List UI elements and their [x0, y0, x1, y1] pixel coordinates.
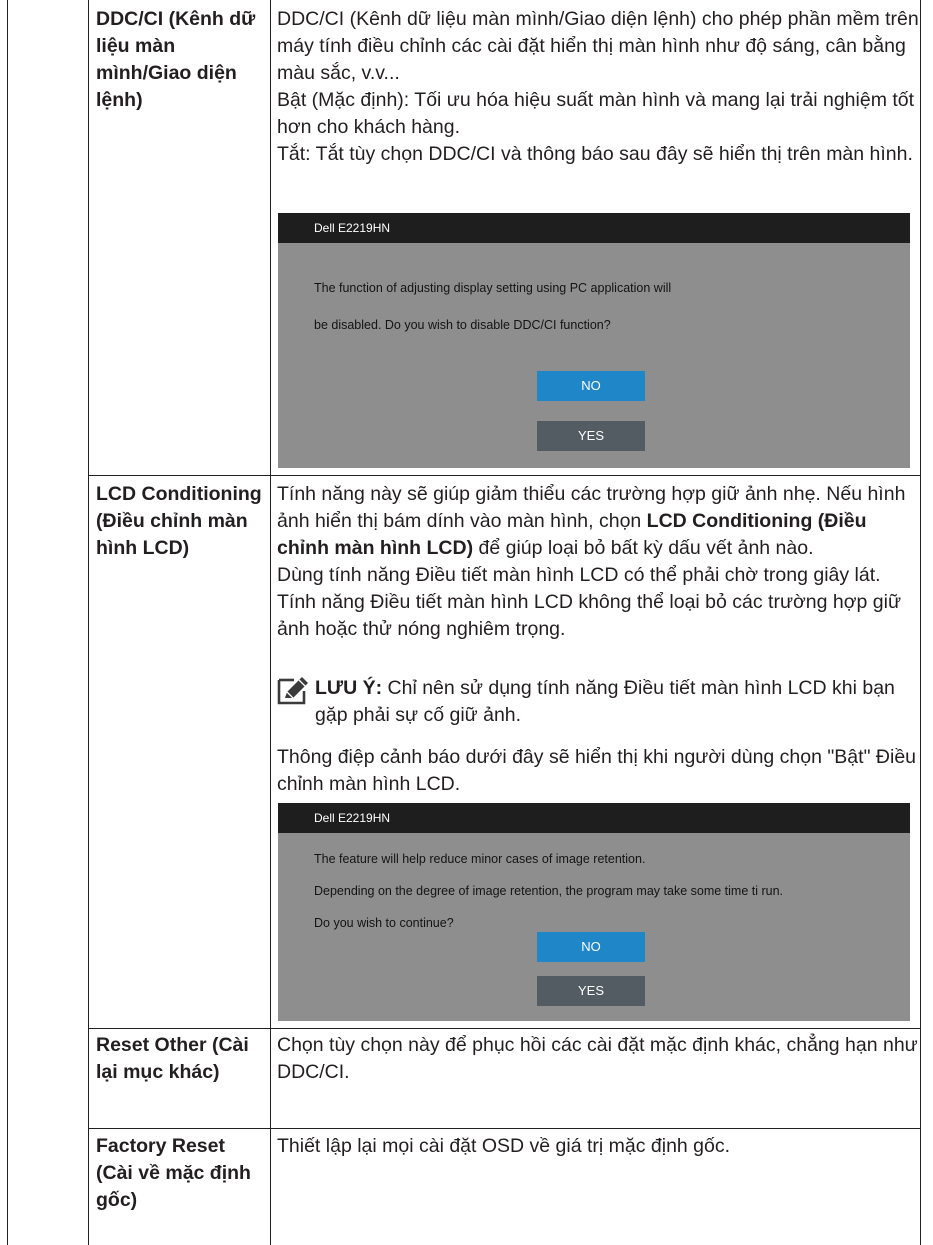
dialog-message-line: The function of adjusting display settin… — [314, 281, 672, 295]
lcd-para-3: Thông điệp cảnh báo dưới đây sẽ hiển thị… — [277, 746, 917, 795]
ddcci-para-1: DDC/CI (Kênh dữ liệu màn mình/Giao diện … — [277, 8, 919, 84]
lcd-para-2: Dùng tính năng Điều tiết màn hình LCD có… — [277, 564, 902, 640]
row-desc-lcd-conditioning: Tính năng này sẽ giúp giảm thiểu các trư… — [277, 481, 923, 643]
note-box: LƯU Ý: Chỉ nên sử dụng tính năng Điều ti… — [277, 675, 923, 729]
dialog-title: Dell E2219HN — [278, 213, 910, 243]
yes-button[interactable]: YES — [537, 421, 645, 451]
dialog-message-line: The feature will help reduce minor cases… — [314, 852, 646, 866]
table-border — [7, 0, 8, 1245]
dialog-title: Dell E2219HN — [278, 803, 910, 833]
ddcci-dialog: Dell E2219HN The function of adjusting d… — [278, 213, 910, 468]
table-border — [88, 0, 89, 1245]
ddcci-para-2: Bật (Mặc định): Tối ưu hóa hiệu suất màn… — [277, 89, 915, 138]
dialog-message-line: be disabled. Do you wish to disable DDC/… — [314, 318, 611, 332]
note-label: LƯU Ý: — [315, 677, 383, 699]
row-label-ddcci: DDC/CI (Kênh dữ liệu màn mình/Giao diện … — [96, 8, 256, 111]
row-divider — [88, 475, 921, 476]
settings-table: DDC/CI (Kênh dữ liệu màn mình/Giao diện … — [0, 0, 933, 1245]
row-desc-reset-other: Chọn tùy chọn này để phục hồi các cài đặ… — [277, 1034, 918, 1083]
dialog-message-line: Do you wish to continue? — [314, 916, 454, 930]
row-divider — [88, 1028, 921, 1029]
yes-button[interactable]: YES — [537, 976, 645, 1006]
row-label-reset-other: Reset Other (Cài lại mục khác) — [96, 1034, 249, 1083]
pencil-note-icon — [277, 677, 308, 705]
row-desc-ddcci: DDC/CI (Kênh dữ liệu màn mình/Giao diện … — [277, 6, 923, 168]
row-desc-factory-reset: Thiết lập lại mọi cài đặt OSD về giá trị… — [277, 1135, 731, 1157]
table-border — [270, 0, 271, 1245]
no-button[interactable]: NO — [537, 932, 645, 962]
lcd-conditioning-dialog: Dell E2219HN The feature will help reduc… — [278, 803, 910, 1021]
note-text: LƯU Ý: Chỉ nên sử dụng tính năng Điều ti… — [315, 675, 923, 729]
row-label-lcd-conditioning: LCD Conditioning (Điều chỉnh màn hình LC… — [96, 483, 262, 559]
row-label-factory-reset: Factory Reset (Cài về mặc định gốc) — [96, 1135, 251, 1211]
dialog-message-line: Depending on the degree of image retenti… — [314, 884, 784, 898]
lcd-para-1-tail: để giúp loại bỏ bất kỳ dấu vết ảnh nào. — [473, 537, 814, 559]
ddcci-para-3: Tắt: Tắt tùy chọn DDC/CI và thông báo sa… — [277, 143, 913, 165]
note-body: Chỉ nên sử dụng tính năng Điều tiết màn … — [315, 677, 895, 726]
no-button[interactable]: NO — [537, 371, 645, 401]
row-divider — [88, 1128, 921, 1129]
lcd-para-1: Tính năng này sẽ giúp giảm thiểu các trư… — [277, 481, 923, 562]
